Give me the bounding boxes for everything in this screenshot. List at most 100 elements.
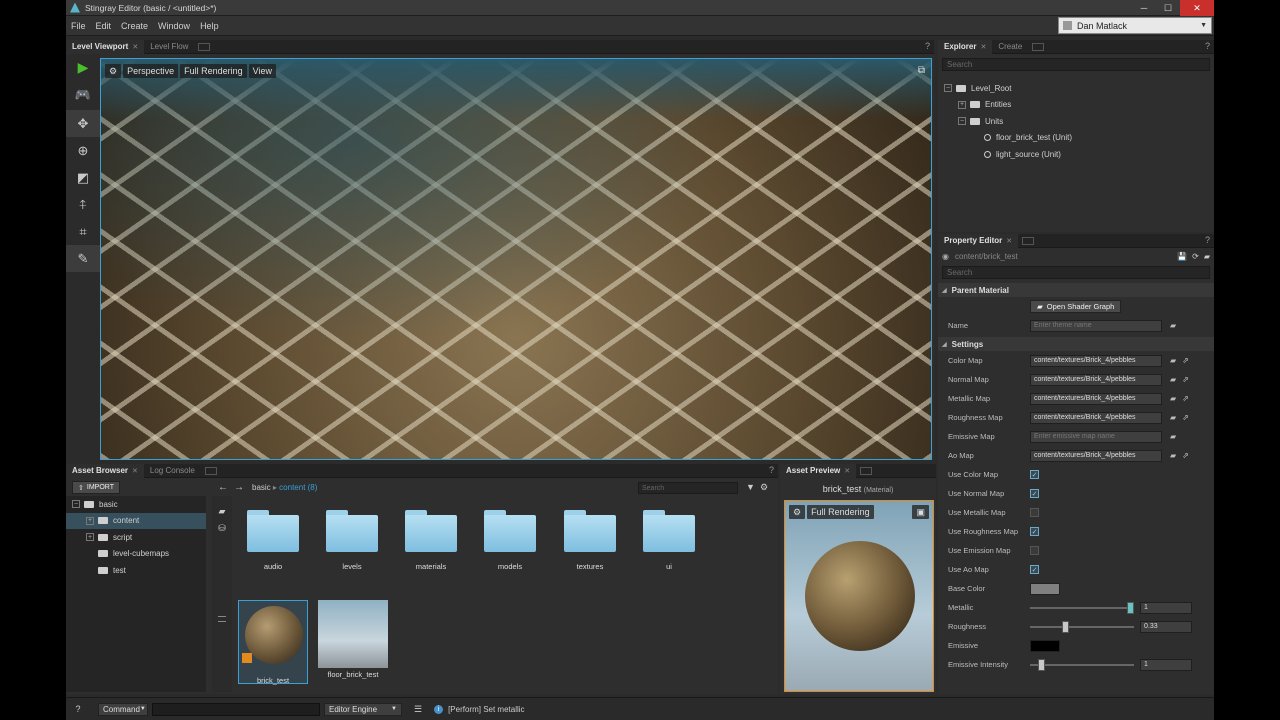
help-icon[interactable]: ? — [925, 41, 930, 51]
menu-window[interactable]: Window — [153, 21, 195, 31]
open-shader-graph-button[interactable]: ▰ Open Shader Graph — [1030, 300, 1122, 313]
emissive-color-swatch[interactable] — [1030, 639, 1060, 652]
close-tab-icon[interactable]: ✕ — [980, 43, 986, 51]
external-link-icon[interactable]: ⇗ — [1182, 394, 1189, 403]
select-tool-icon[interactable]: ✥ — [66, 110, 100, 137]
tree-item-level-cubemaps[interactable]: level-cubemaps — [66, 546, 206, 563]
tree-item-script[interactable]: + script — [66, 529, 206, 546]
collapse-icon[interactable]: − — [958, 117, 966, 126]
tree-item-content[interactable]: + content — [66, 512, 206, 529]
menu-file[interactable]: File — [66, 21, 91, 31]
menu-edit[interactable]: Edit — [91, 21, 117, 31]
folder-icon[interactable]: ▰ — [1170, 451, 1176, 460]
roughness-slider-handle[interactable] — [1062, 621, 1069, 633]
forward-arrow-icon[interactable]: → — [234, 482, 244, 493]
help-icon[interactable]: ? — [1205, 235, 1210, 245]
tree-item-test[interactable]: test — [66, 562, 206, 579]
metallic-map-field[interactable]: content/textures/Brick_4/pebbles — [1030, 392, 1162, 405]
refresh-icon[interactable]: ⟳ — [1192, 252, 1199, 261]
settings-gear-icon[interactable]: ⚙ — [760, 482, 768, 493]
color-map-field[interactable]: content/textures/Brick_4/pebbles — [1030, 354, 1162, 367]
emissive-intensity-slider-handle[interactable] — [1038, 659, 1045, 671]
name-input[interactable]: Enter theme name — [1030, 319, 1162, 332]
folder-icon[interactable]: ▰ — [1170, 413, 1176, 422]
tab-log-console[interactable]: Log Console — [144, 464, 201, 478]
view-menu-button[interactable]: View — [248, 64, 276, 78]
tree-item-floor-brick-test[interactable]: floor_brick_test (Unit) — [938, 130, 1214, 147]
engine-dropdown[interactable]: Editor Engine ▼ — [324, 702, 402, 716]
tree-item-basic[interactable]: − basic — [66, 496, 206, 513]
metallic-slider[interactable] — [1030, 602, 1134, 614]
size-slider-icon[interactable] — [218, 616, 226, 622]
expand-icon[interactable]: + — [86, 516, 94, 525]
breadcrumb-current[interactable]: content (8) — [279, 483, 317, 492]
explorer-search-input[interactable]: Search — [942, 58, 1210, 71]
breadcrumb-root[interactable]: basic — [252, 483, 271, 492]
asset-floor-brick-test[interactable]: floor_brick_test — [318, 600, 388, 684]
rendering-mode-button[interactable]: Full Rendering — [180, 64, 247, 78]
rotate-tool-icon[interactable]: ⊕ — [66, 137, 100, 164]
folder-view-icon[interactable]: ▰ — [212, 506, 232, 517]
preview-settings-icon[interactable]: ⚙ — [789, 505, 806, 519]
expand-icon[interactable]: + — [86, 533, 94, 542]
folder-icon[interactable]: ▰ — [1170, 394, 1176, 403]
use-emission-map-checkbox[interactable] — [1030, 546, 1039, 555]
tree-item-entities[interactable]: + Entities — [938, 97, 1214, 114]
asset-search-input[interactable]: Search — [638, 482, 738, 494]
play-icon[interactable]: ▶ — [66, 54, 100, 81]
collapse-icon[interactable]: − — [944, 84, 952, 93]
scale-tool-icon[interactable]: ◩ — [66, 164, 100, 191]
roughness-map-field[interactable]: content/textures/Brick_4/pebbles — [1030, 411, 1162, 424]
save-icon[interactable]: 💾 — [1177, 252, 1187, 261]
log-list-icon[interactable]: ☰ — [414, 704, 422, 715]
folder-icon[interactable]: ▰ — [1170, 321, 1176, 330]
menu-create[interactable]: Create — [116, 21, 153, 31]
help-icon[interactable]: ? — [769, 465, 774, 475]
tree-item-units[interactable]: − Units — [938, 113, 1214, 130]
tab-level-flow[interactable]: Level Flow — [144, 40, 194, 54]
place-tool-icon[interactable]: ⍏ — [66, 191, 100, 218]
use-metallic-map-checkbox[interactable] — [1030, 508, 1039, 517]
new-tab-icon[interactable] — [860, 466, 873, 475]
roughness-value-input[interactable]: 0.33 — [1140, 620, 1192, 633]
help-icon[interactable]: ? — [1205, 41, 1210, 51]
section-settings[interactable]: ◢ Settings — [938, 337, 1214, 351]
folder-open-icon[interactable]: ▰ — [1204, 252, 1210, 261]
close-tab-icon[interactable]: ✕ — [844, 467, 850, 475]
gamepad-icon[interactable]: 🎮 — [66, 81, 100, 108]
close-tab-icon[interactable]: ✕ — [1006, 237, 1012, 245]
emissive-intensity-slider[interactable] — [1030, 659, 1134, 671]
normal-map-field[interactable]: content/textures/Brick_4/pebbles — [1030, 373, 1162, 386]
folder-ui[interactable]: ui — [639, 496, 699, 576]
command-dropdown[interactable]: Command ▼ — [98, 702, 148, 716]
menu-help[interactable]: Help — [195, 21, 224, 31]
property-search-input[interactable]: Search — [942, 266, 1210, 279]
new-tab-icon[interactable] — [1032, 42, 1045, 51]
close-tab-icon[interactable]: ✕ — [132, 467, 138, 475]
tab-asset-browser[interactable]: Asset Browser ✕ — [66, 464, 144, 478]
external-link-icon[interactable]: ⇗ — [1182, 356, 1189, 365]
asset-brick-test[interactable]: brick_test — [238, 600, 308, 685]
preview-rendering-button[interactable]: Full Rendering — [807, 505, 874, 519]
minimize-icon[interactable]: ─ — [1132, 0, 1156, 16]
folder-materials[interactable]: materials — [401, 496, 461, 576]
folder-icon[interactable]: ▰ — [1170, 356, 1176, 365]
metallic-slider-handle[interactable] — [1127, 602, 1134, 614]
external-link-icon[interactable]: ⇗ — [1182, 451, 1189, 460]
maximize-icon[interactable]: ☐ — [1156, 0, 1180, 16]
perspective-button[interactable]: Perspective — [123, 64, 179, 78]
section-parent-material[interactable]: ◢ Parent Material — [938, 283, 1214, 297]
tree-item-light-source[interactable]: light_source (Unit) — [938, 146, 1214, 163]
user-account-dropdown[interactable]: Dan Matlack ▼ — [1058, 17, 1212, 34]
external-link-icon[interactable]: ⇗ — [1182, 375, 1189, 384]
command-input[interactable] — [152, 702, 320, 716]
folder-models[interactable]: models — [480, 496, 540, 576]
collapse-icon[interactable]: − — [72, 500, 80, 509]
emissive-map-field[interactable]: Enter emissive map name — [1030, 430, 1162, 443]
filter-icon[interactable]: ▼ — [746, 482, 755, 492]
base-color-swatch[interactable] — [1030, 582, 1060, 595]
brush-tool-icon[interactable]: ✎ — [66, 245, 100, 272]
folder-audio[interactable]: audio — [243, 496, 303, 576]
close-tab-icon[interactable]: ✕ — [132, 43, 138, 51]
tab-asset-preview[interactable]: Asset Preview ✕ — [780, 464, 857, 478]
